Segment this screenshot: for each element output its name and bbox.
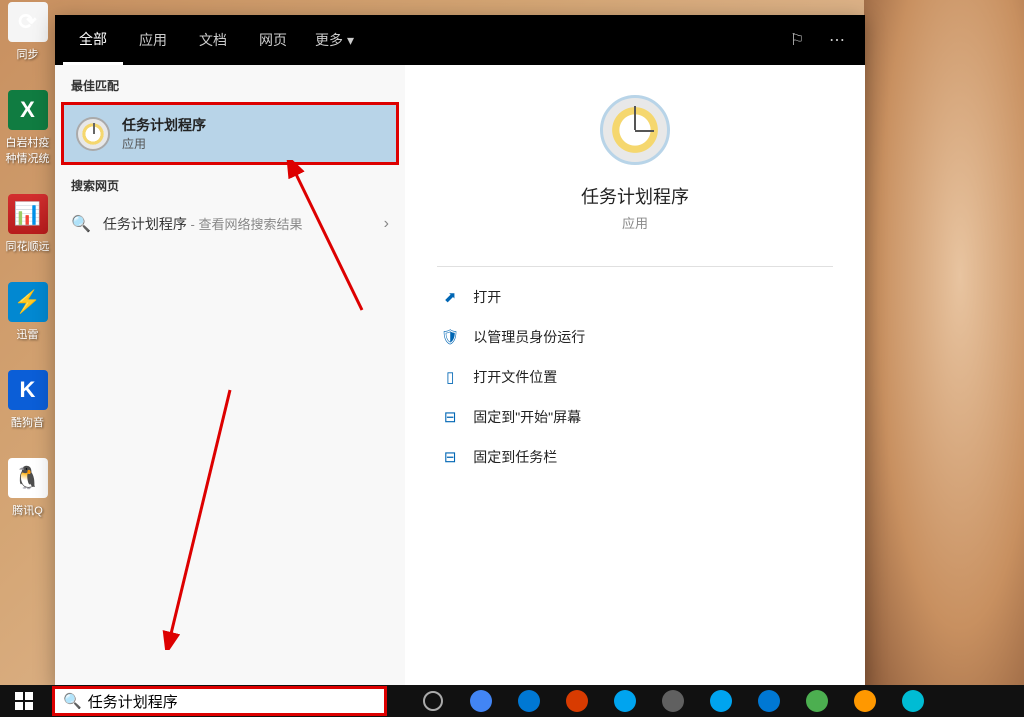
- taskbar-app-icon[interactable]: [697, 685, 745, 717]
- search-results-panel: 全部 应用 文档 网页 更多 ▾ ⚐ ⋯ 最佳匹配 任务计划程序 应用 搜索网页…: [55, 15, 865, 688]
- web-suffix: - 查看网络搜索结果: [187, 217, 303, 232]
- detail-pane: 任务计划程序 应用 ⬈打开🛡以管理员身份运行▯打开文件位置⊟固定到"开始"屏幕⊟…: [405, 65, 865, 688]
- taskbar-app-icon[interactable]: [505, 685, 553, 717]
- desktop-icon[interactable]: 📊 同花顺远: [0, 194, 55, 254]
- task-scheduler-icon-large: [600, 95, 670, 165]
- action-label: 固定到任务栏: [473, 447, 557, 467]
- task-scheduler-icon: [76, 117, 110, 151]
- app-icon: 📊: [8, 194, 48, 234]
- action-run-admin[interactable]: 🛡 以管理员身份运行: [437, 317, 833, 357]
- search-input[interactable]: [88, 693, 376, 710]
- action-label: 打开: [473, 287, 501, 307]
- app-icon: ⟳: [8, 2, 48, 42]
- desktop-icon[interactable]: K 酷狗音: [0, 370, 55, 430]
- section-best-match: 最佳匹配: [55, 65, 405, 102]
- taskbar-icons: [409, 685, 937, 717]
- taskbar-search-box[interactable]: 🔍: [52, 686, 387, 716]
- action-pin-start[interactable]: ⊟ 固定到"开始"屏幕: [437, 397, 833, 437]
- best-match-item[interactable]: 任务计划程序 应用: [61, 102, 399, 165]
- tab-docs[interactable]: 文档: [183, 15, 243, 65]
- taskbar: 🔍: [0, 685, 1024, 717]
- app-icon: X: [8, 90, 48, 130]
- icon-label: 腾讯Q: [12, 502, 43, 518]
- divider: [437, 266, 833, 267]
- action-label: 打开文件位置: [473, 367, 557, 387]
- taskbar-app-icon[interactable]: [793, 685, 841, 717]
- detail-subtitle: 应用: [622, 213, 648, 232]
- windows-logo-icon: [15, 692, 33, 710]
- detail-title: 任务计划程序: [581, 183, 689, 209]
- action-label: 以管理员身份运行: [473, 327, 585, 347]
- more-options-icon[interactable]: ⋯: [817, 20, 857, 60]
- app-icon: ⚡: [8, 282, 48, 322]
- app-icon: [614, 690, 636, 712]
- panel-header: 全部 应用 文档 网页 更多 ▾ ⚐ ⋯: [55, 15, 865, 65]
- desktop-icon[interactable]: ⚡ 迅雷: [0, 282, 55, 342]
- action-file-location[interactable]: ▯ 打开文件位置: [437, 357, 833, 397]
- app-icon: [902, 690, 924, 712]
- app-icon: [662, 690, 684, 712]
- action-icon: 🛡: [441, 328, 459, 346]
- match-subtitle: 应用: [122, 135, 206, 152]
- app-icon: [710, 690, 732, 712]
- action-pin-taskbar[interactable]: ⊟ 固定到任务栏: [437, 437, 833, 477]
- search-icon: 🔍: [63, 692, 82, 710]
- app-icon: [854, 690, 876, 712]
- header-tabs: 全部 应用 文档 网页: [63, 15, 303, 65]
- taskbar-app-icon[interactable]: [889, 685, 937, 717]
- web-query: 任务计划程序: [103, 216, 187, 232]
- action-icon: ⊟: [441, 448, 459, 466]
- desktop-icon[interactable]: X 白岩村疫种情况统: [0, 90, 55, 166]
- taskbar-app-icon[interactable]: [745, 685, 793, 717]
- start-button[interactable]: [0, 685, 48, 717]
- section-web-search: 搜索网页: [55, 165, 405, 202]
- icon-label: 白岩村疫种情况统: [6, 134, 50, 166]
- taskbar-app-icon[interactable]: [457, 685, 505, 717]
- action-open[interactable]: ⬈ 打开: [437, 277, 833, 317]
- more-dropdown[interactable]: 更多 ▾: [303, 30, 366, 50]
- action-label: 固定到"开始"屏幕: [473, 407, 581, 427]
- taskbar-app-icon[interactable]: [601, 685, 649, 717]
- desktop-icons-column: ⟳ 同步 X 白岩村疫种情况统 📊 同花顺远 ⚡ 迅雷 K 酷狗音 🐧 腾讯Q: [0, 0, 55, 518]
- feedback-icon[interactable]: ⚐: [777, 20, 817, 60]
- app-icon: [518, 690, 540, 712]
- app-icon: [806, 690, 828, 712]
- icon-label: 迅雷: [17, 326, 39, 342]
- cortana-icon[interactable]: [409, 685, 457, 717]
- app-icon: [470, 690, 492, 712]
- tab-web[interactable]: 网页: [243, 15, 303, 65]
- desktop-icon[interactable]: ⟳ 同步: [0, 2, 55, 62]
- action-icon: ⊟: [441, 408, 459, 426]
- search-icon: 🔍: [71, 214, 91, 234]
- actions-list: ⬈ 打开 🛡 以管理员身份运行 ▯ 打开文件位置 ⊟ 固定到"开始"屏幕 ⊟ 固定到任务栏: [437, 277, 833, 477]
- panel-body: 最佳匹配 任务计划程序 应用 搜索网页 🔍 任务计划程序 - 查看网络搜索结果 …: [55, 65, 865, 688]
- match-title: 任务计划程序: [122, 115, 206, 135]
- chevron-right-icon: ›: [384, 215, 389, 233]
- icon-label: 同花顺远: [6, 238, 50, 254]
- web-search-item[interactable]: 🔍 任务计划程序 - 查看网络搜索结果 ›: [55, 202, 405, 246]
- app-icon: 🐧: [8, 458, 48, 498]
- match-text: 任务计划程序 应用: [122, 115, 206, 152]
- icon-label: 同步: [17, 46, 39, 62]
- app-icon: [566, 690, 588, 712]
- desktop-icon[interactable]: 🐧 腾讯Q: [0, 458, 55, 518]
- app-icon: [758, 690, 780, 712]
- web-item-text: 任务计划程序 - 查看网络搜索结果: [103, 214, 372, 234]
- action-icon: ⬈: [441, 288, 459, 306]
- results-left-column: 最佳匹配 任务计划程序 应用 搜索网页 🔍 任务计划程序 - 查看网络搜索结果 …: [55, 65, 405, 688]
- more-label: 更多: [315, 30, 343, 50]
- taskbar-app-icon[interactable]: [841, 685, 889, 717]
- app-icon: K: [8, 370, 48, 410]
- chevron-down-icon: ▾: [347, 32, 354, 49]
- taskbar-app-icon[interactable]: [553, 685, 601, 717]
- action-icon: ▯: [441, 368, 459, 386]
- taskbar-app-icon[interactable]: [649, 685, 697, 717]
- tab-all[interactable]: 全部: [63, 15, 123, 65]
- tab-apps[interactable]: 应用: [123, 15, 183, 65]
- icon-label: 酷狗音: [11, 414, 44, 430]
